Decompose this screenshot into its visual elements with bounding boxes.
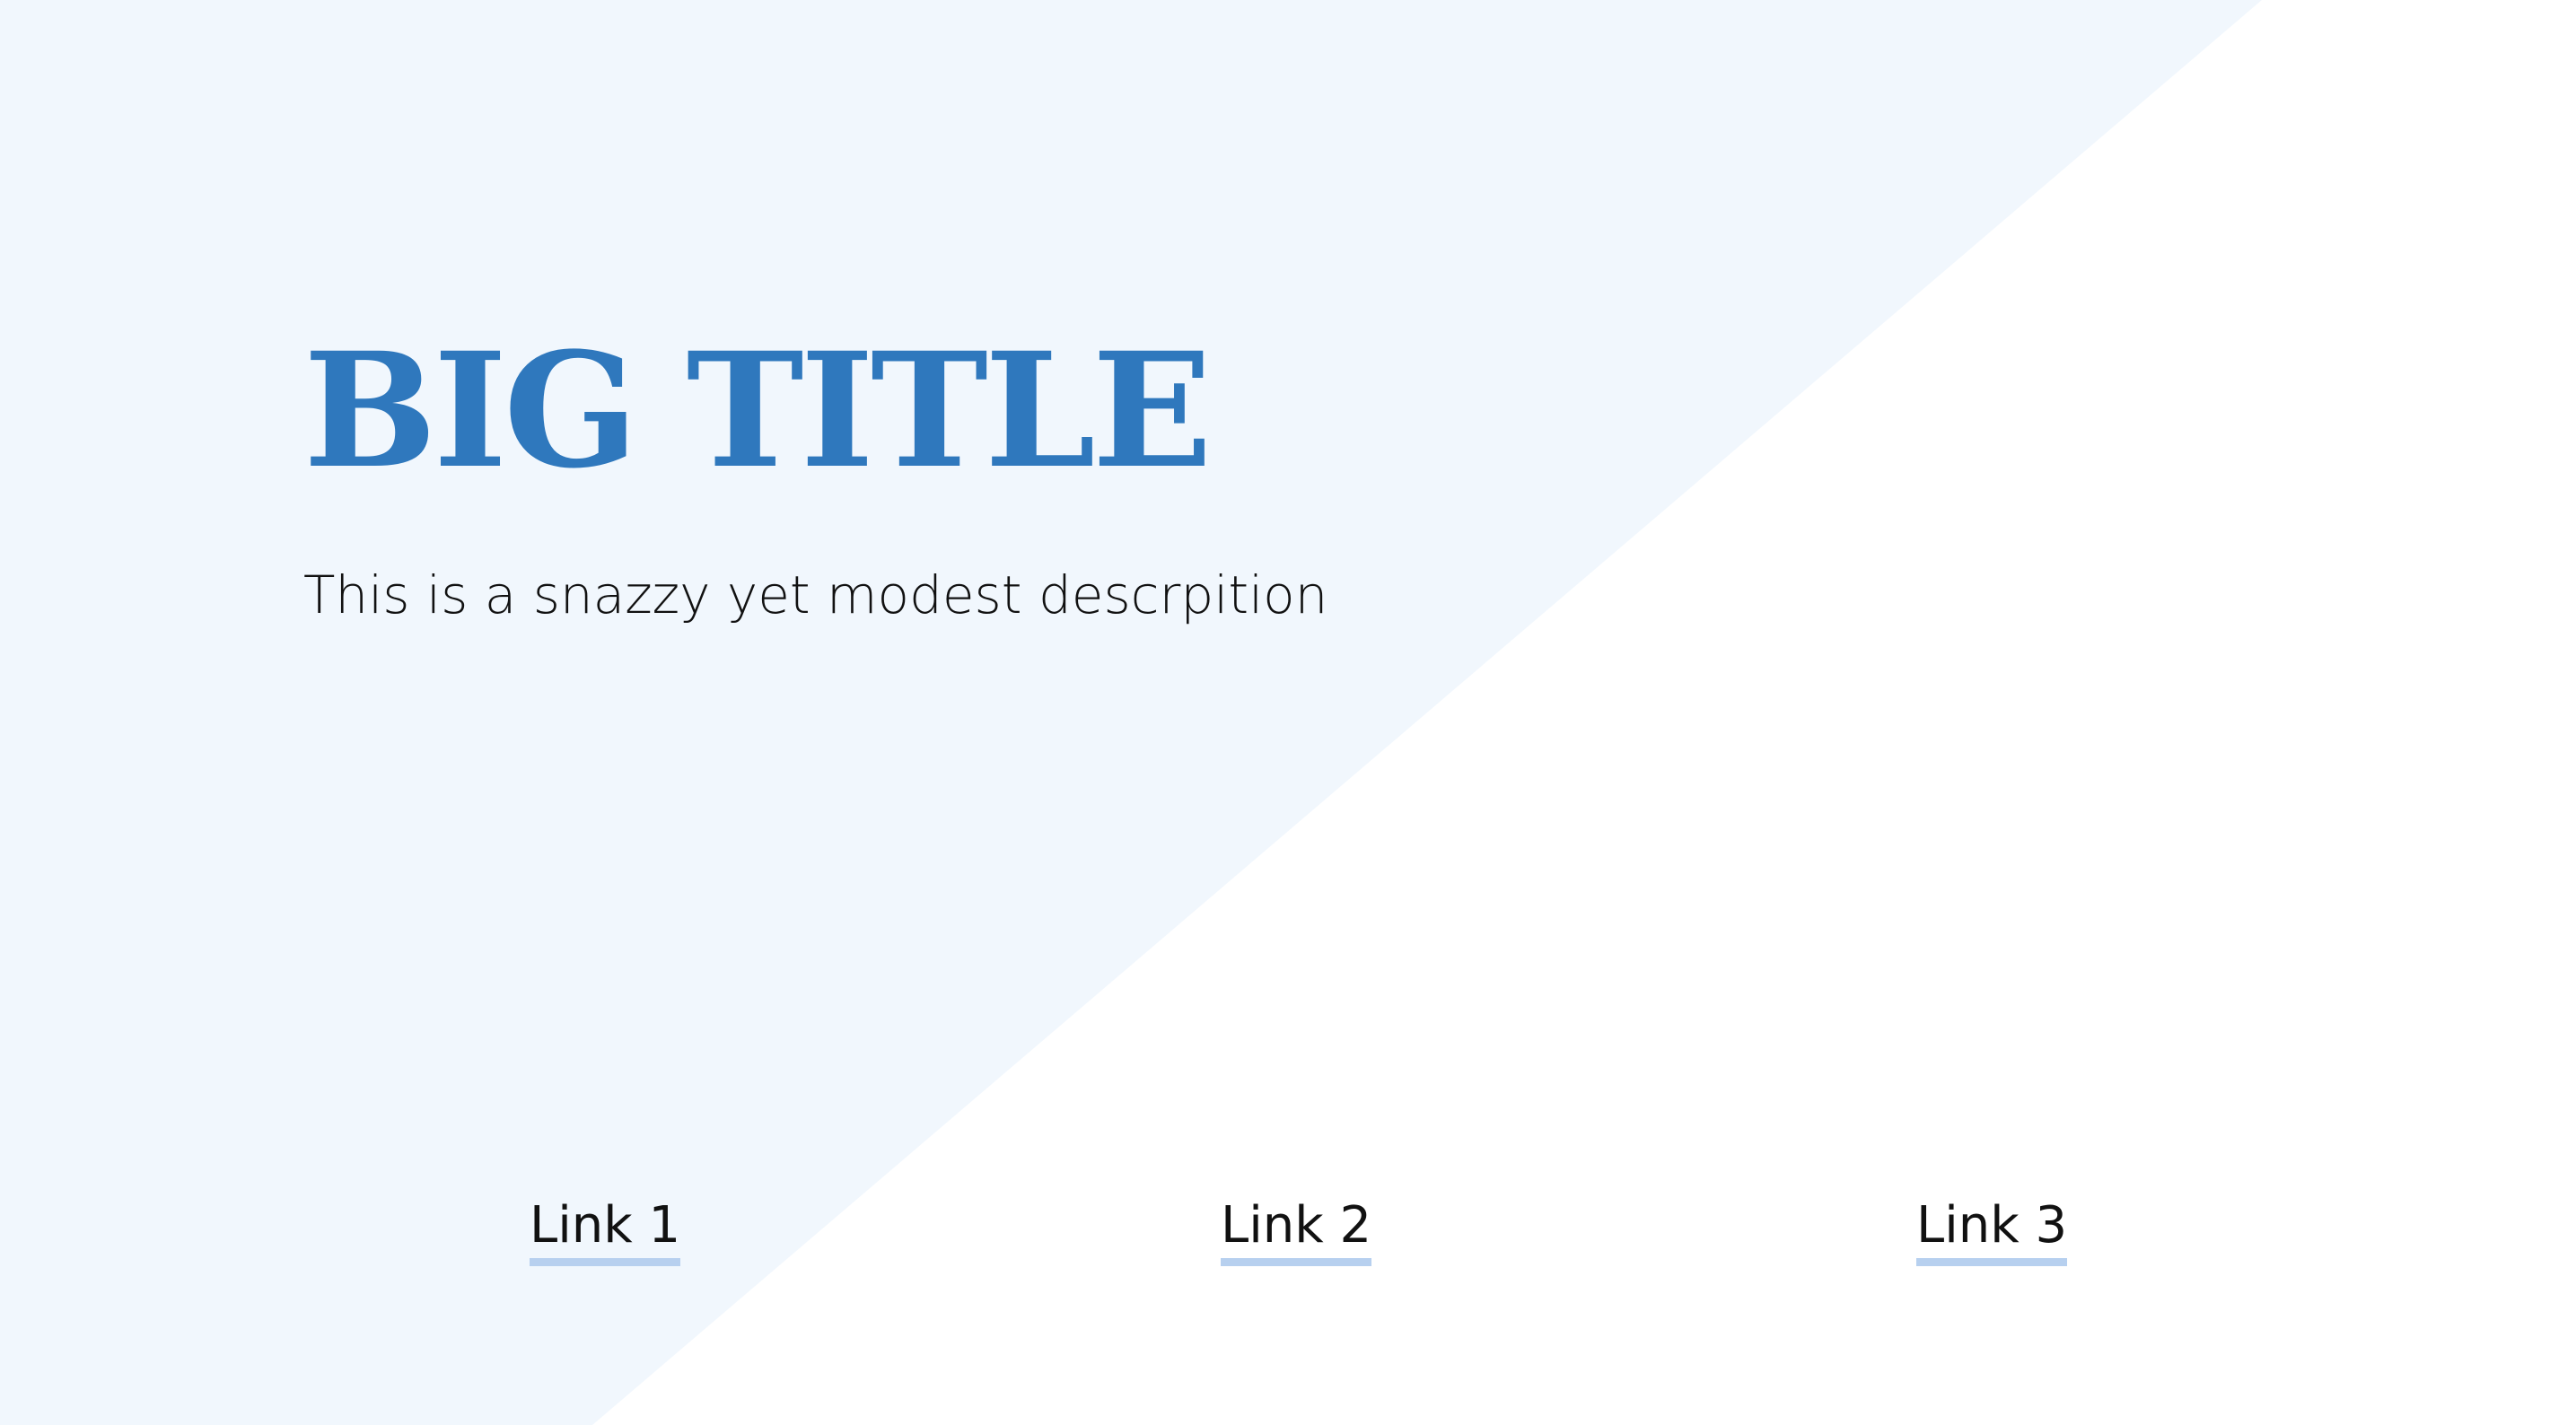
page-description: This is a snazzy yet modest descrpition [303,564,1328,625]
bottom-navigation: Link 1 Link 2 Link 3 [0,1201,2576,1290]
page-title: BIG TITLE [303,318,1213,503]
nav-link-3[interactable]: Link 3 [1916,1201,2068,1266]
landing-page: BIG TITLE This is a snazzy yet modest de… [0,0,2576,1425]
hero-section: BIG TITLE This is a snazzy yet modest de… [303,318,1739,625]
nav-link-2[interactable]: Link 2 [1221,1201,1372,1266]
nav-link-1[interactable]: Link 1 [530,1201,681,1266]
